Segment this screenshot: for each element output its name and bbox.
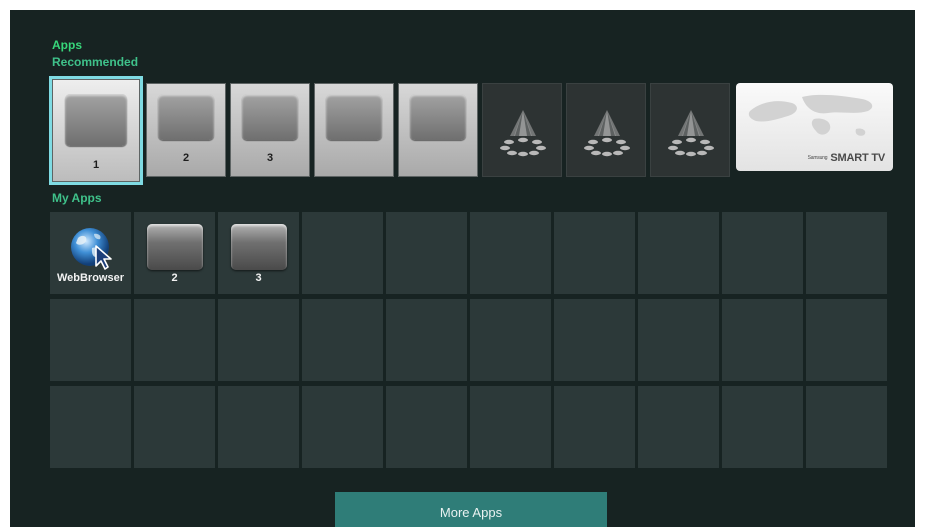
my-app-3[interactable]: 3 — [218, 212, 299, 294]
more-apps-button[interactable]: More Apps — [335, 492, 607, 527]
empty-app-slot[interactable] — [554, 212, 635, 294]
spotlight-icon — [584, 110, 630, 157]
empty-app-slot[interactable] — [134, 299, 215, 381]
app-icon — [146, 224, 203, 270]
my-app-2[interactable]: 2 — [134, 212, 215, 294]
empty-app-slot[interactable] — [302, 212, 383, 294]
empty-app-slot[interactable] — [386, 386, 467, 468]
my-app-label: WebBrowser — [56, 272, 125, 284]
my-apps-heading: My Apps — [52, 191, 102, 205]
smart-tv-brand: Samsung SMART TV — [807, 152, 886, 164]
recommended-placeholder-1[interactable] — [482, 83, 562, 177]
empty-app-slot[interactable] — [302, 299, 383, 381]
empty-app-slot[interactable] — [806, 299, 887, 381]
empty-app-slot[interactable] — [554, 386, 635, 468]
recommended-app-label: 1 — [92, 159, 100, 171]
my-app-webbrowser[interactable]: WebBrowser — [50, 212, 131, 294]
empty-app-slot[interactable] — [134, 386, 215, 468]
spotlight-icon — [668, 110, 714, 157]
smart-tv-promo-tile[interactable]: Samsung SMART TV — [736, 83, 893, 171]
app-icon — [158, 94, 214, 140]
recommended-app-5[interactable] — [398, 83, 478, 177]
recommended-heading: Recommended — [52, 55, 139, 69]
world-map-icon — [748, 94, 873, 136]
globe-cursor-icon — [70, 228, 112, 270]
empty-app-slot[interactable] — [386, 299, 467, 381]
app-icon — [65, 94, 127, 146]
my-apps-grid: WebBrowser 2 3 — [50, 212, 887, 468]
recommended-app-label: 2 — [182, 152, 190, 164]
empty-app-slot[interactable] — [218, 299, 299, 381]
empty-app-slot[interactable] — [470, 212, 551, 294]
my-app-label: 3 — [255, 272, 262, 284]
app-icon — [410, 94, 466, 140]
empty-app-slot[interactable] — [638, 212, 719, 294]
app-icon — [326, 94, 382, 140]
empty-app-slot[interactable] — [722, 212, 803, 294]
my-app-label: 2 — [171, 272, 178, 284]
empty-app-slot[interactable] — [302, 386, 383, 468]
empty-app-slot[interactable] — [722, 299, 803, 381]
recommended-app-4[interactable] — [314, 83, 394, 177]
empty-app-slot[interactable] — [806, 212, 887, 294]
smart-hub-screen: Apps Recommended 1 2 3 Samsung SMART TV … — [10, 10, 915, 527]
recommended-placeholder-2[interactable] — [566, 83, 646, 177]
recommended-app-1[interactable]: 1 — [49, 76, 143, 185]
empty-app-slot[interactable] — [554, 299, 635, 381]
empty-app-slot[interactable] — [638, 299, 719, 381]
apps-heading: Apps — [52, 38, 82, 52]
empty-app-slot[interactable] — [218, 386, 299, 468]
empty-app-slot[interactable] — [470, 299, 551, 381]
recommended-row: 1 2 3 Samsung SMART TV — [49, 76, 900, 185]
empty-app-slot[interactable] — [50, 386, 131, 468]
empty-app-slot[interactable] — [386, 212, 467, 294]
app-icon — [242, 94, 298, 140]
app-icon — [230, 224, 287, 270]
empty-app-slot[interactable] — [722, 386, 803, 468]
empty-app-slot[interactable] — [806, 386, 887, 468]
empty-app-slot[interactable] — [638, 386, 719, 468]
recommended-app-3[interactable]: 3 — [230, 83, 310, 177]
recommended-app-2[interactable]: 2 — [146, 83, 226, 177]
recommended-app-label: 3 — [266, 152, 274, 164]
empty-app-slot[interactable] — [50, 299, 131, 381]
spotlight-icon — [500, 110, 546, 157]
empty-app-slot[interactable] — [470, 386, 551, 468]
recommended-placeholder-3[interactable] — [650, 83, 730, 177]
